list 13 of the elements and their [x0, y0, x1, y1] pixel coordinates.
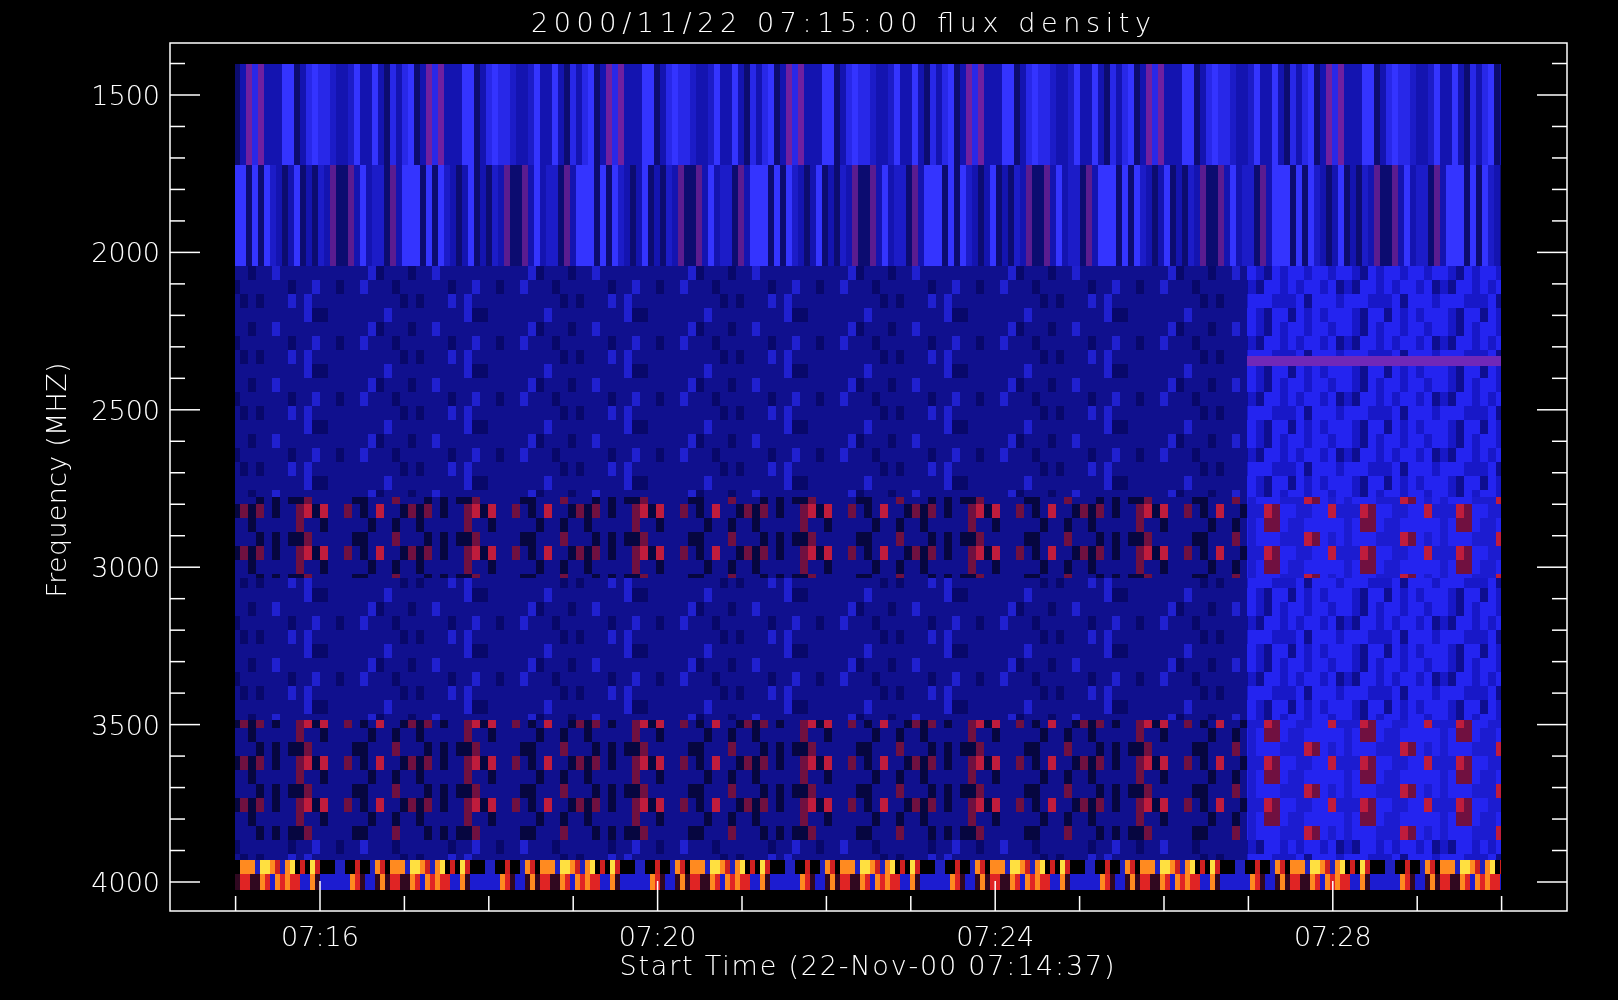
- x-axis-label: Start Time (22-Nov-00 07:14:37): [619, 950, 1115, 981]
- y-axis-label: Frequency (MHZ): [41, 362, 72, 598]
- x-tick-label: 07:24: [956, 921, 1035, 952]
- y-tick-label: 3500: [91, 709, 160, 741]
- x-tick-label: 07:20: [618, 921, 697, 952]
- y-tick-label: 2000: [91, 237, 160, 269]
- y-tick-label: 2500: [91, 394, 160, 426]
- y-tick-label: 3000: [91, 552, 160, 584]
- x-tick-label: 07:16: [281, 921, 359, 952]
- y-tick-label: 1500: [91, 80, 160, 111]
- x-tick-label: 07:28: [1293, 921, 1372, 952]
- chart-title: 2000/11/22 07:15:00 flux density: [531, 7, 1151, 38]
- y-tick-label: 4000: [91, 867, 160, 898]
